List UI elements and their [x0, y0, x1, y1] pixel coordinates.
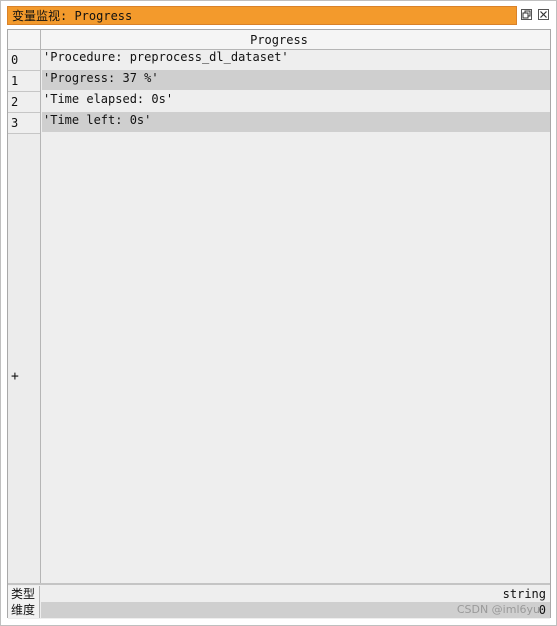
type-label: 类型	[8, 586, 40, 602]
column-header-label: Progress	[250, 32, 308, 47]
dimension-label: 维度	[8, 602, 40, 618]
table-cell-row-1[interactable]: 'Progress: 37 %'	[42, 70, 550, 90]
window-title: 变量监视: Progress	[12, 9, 133, 23]
table-cell-row-0[interactable]: 'Procedure: preprocess_dl_dataset'	[42, 49, 550, 69]
variable-grid: Progress 0 1 2 3 + 'Procedure: preproces…	[7, 29, 551, 619]
column-header[interactable]: Progress	[8, 30, 550, 50]
row-header-0[interactable]: 0	[8, 50, 40, 71]
table-cell-row-2[interactable]: 'Time elapsed: 0s'	[42, 91, 550, 111]
type-value: string	[502, 587, 546, 601]
title-bar[interactable]: 变量监视: Progress	[7, 6, 517, 25]
expand-rows-marker[interactable]: +	[11, 369, 19, 384]
close-icon[interactable]	[538, 9, 549, 20]
row-header-2[interactable]: 2	[8, 92, 40, 113]
row-header-gutter: 0 1 2 3 +	[8, 50, 41, 583]
row-header-3[interactable]: 3	[8, 113, 40, 134]
restore-window-icon[interactable]	[521, 9, 532, 20]
watermark: CSDN @iml6yu	[456, 603, 540, 616]
row-header-1[interactable]: 1	[8, 71, 40, 92]
grid-corner	[8, 30, 41, 49]
table-cell-row-3[interactable]: 'Time left: 0s'	[42, 112, 550, 132]
type-row: 类型 string	[8, 586, 550, 602]
variable-watch-window: 变量监视: Progress Progress 0 1 2 3 + 'Proce…	[0, 0, 557, 626]
